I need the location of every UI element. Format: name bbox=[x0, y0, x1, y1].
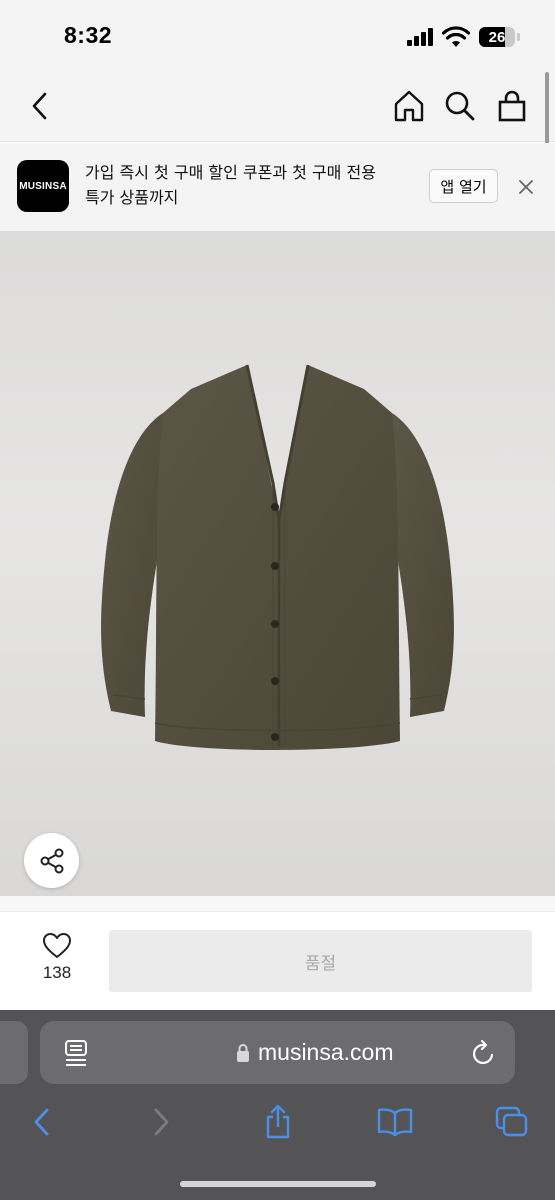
reload-icon[interactable] bbox=[470, 1038, 498, 1068]
banner-line-1: 가입 즉시 첫 구매 할인 쿠폰과 첫 구매 전용 bbox=[85, 163, 376, 182]
cart-button[interactable] bbox=[492, 86, 532, 126]
share-icon bbox=[40, 848, 63, 873]
previous-tab-preview[interactable] bbox=[0, 1021, 28, 1084]
home-button[interactable] bbox=[389, 86, 429, 126]
back-button[interactable] bbox=[20, 86, 60, 126]
status-bar: 8:32 26 bbox=[0, 0, 555, 72]
browser-back-button[interactable] bbox=[22, 1102, 62, 1142]
open-app-button[interactable]: 앱 열기 bbox=[429, 169, 498, 203]
tabs-icon bbox=[495, 1106, 528, 1137]
app-install-banner: MUSINSA 가입 즉시 첫 구매 할인 쿠폰과 첫 구매 전용 특가 상품까… bbox=[0, 143, 555, 231]
page-settings-icon[interactable] bbox=[64, 1039, 88, 1067]
shopping-bag-icon bbox=[498, 90, 526, 122]
search-button[interactable] bbox=[440, 86, 480, 126]
close-icon[interactable] bbox=[514, 175, 538, 199]
soldout-button[interactable]: 품절 bbox=[109, 930, 532, 992]
battery-icon: 26 bbox=[479, 27, 515, 47]
battery-level: 26 bbox=[488, 28, 506, 46]
tabs-button[interactable] bbox=[492, 1102, 532, 1142]
forward-arrow-icon bbox=[154, 1108, 169, 1136]
wifi-icon bbox=[442, 26, 470, 47]
back-arrow-icon bbox=[34, 1108, 49, 1136]
banner-line-2: 특가 상품까지 bbox=[85, 188, 179, 207]
search-icon bbox=[445, 91, 475, 121]
share-icon bbox=[266, 1104, 290, 1139]
browser-share-button[interactable] bbox=[258, 1102, 298, 1142]
top-nav-bar bbox=[0, 72, 555, 142]
banner-message: 가입 즉시 첫 구매 할인 쿠폰과 첫 구매 전용 특가 상품까지 bbox=[85, 160, 415, 210]
home-indicator[interactable] bbox=[180, 1181, 376, 1187]
bookmarks-icon bbox=[377, 1108, 413, 1137]
bookmarks-button[interactable] bbox=[375, 1102, 415, 1142]
status-time: 8:32 bbox=[64, 22, 113, 48]
like-count: 138 bbox=[42, 963, 72, 982]
browser-forward-button[interactable] bbox=[141, 1102, 181, 1142]
product-image[interactable] bbox=[0, 231, 555, 896]
cellular-signal-icon bbox=[407, 28, 435, 46]
home-icon bbox=[394, 90, 424, 122]
url-text: musinsa.com bbox=[258, 1039, 394, 1065]
back-icon bbox=[32, 92, 47, 120]
like-button[interactable]: 138 bbox=[25, 932, 89, 988]
share-button[interactable] bbox=[24, 833, 79, 888]
purchase-bar: 138 품절 bbox=[0, 896, 555, 1010]
address-bar[interactable]: musinsa.com bbox=[40, 1021, 515, 1084]
browser-toolbar: musinsa.com bbox=[0, 1010, 555, 1200]
heart-icon bbox=[43, 933, 71, 958]
lock-icon bbox=[237, 1044, 249, 1062]
cardigan-image bbox=[101, 364, 454, 750]
divider bbox=[0, 896, 555, 912]
musinsa-logo: MUSINSA bbox=[17, 160, 69, 212]
